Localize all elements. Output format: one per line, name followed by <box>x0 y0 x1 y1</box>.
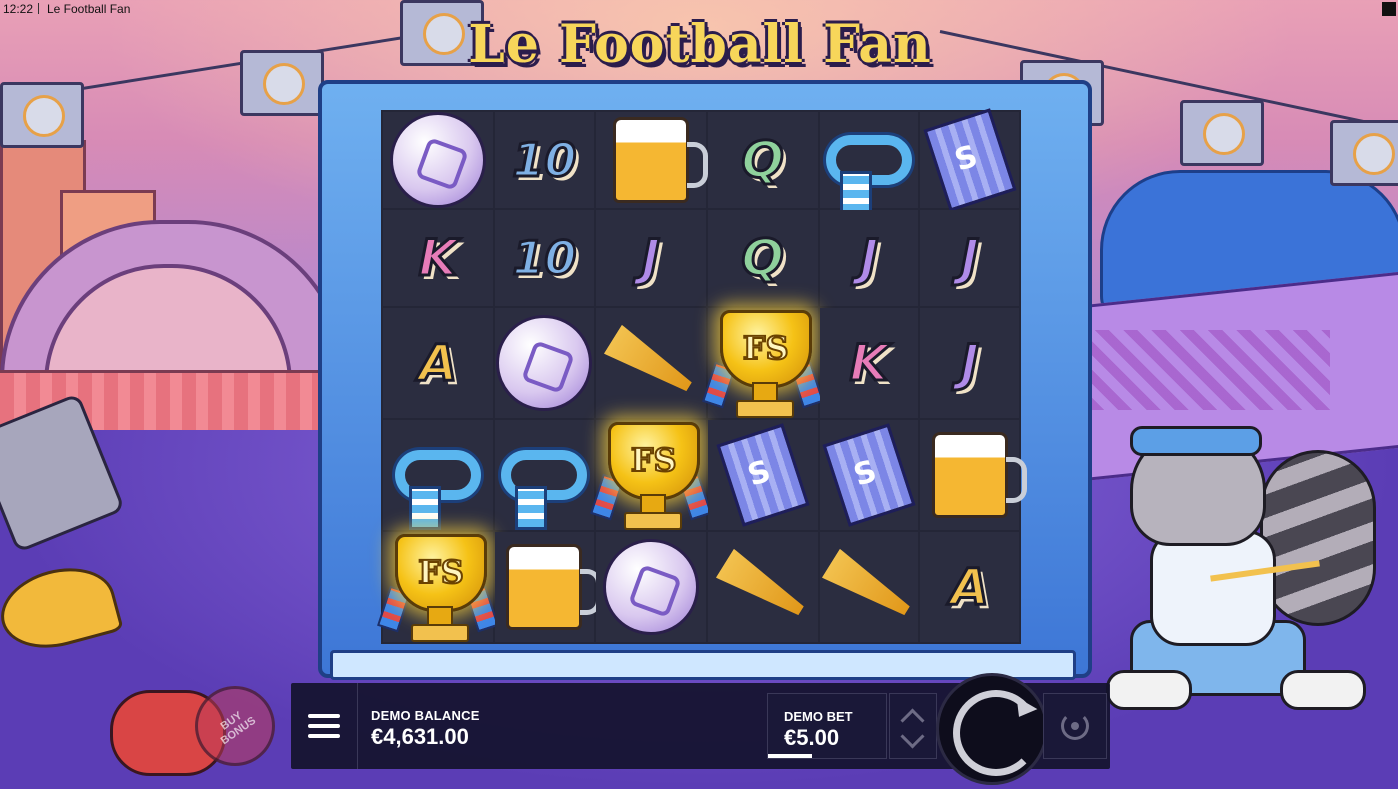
control-bar: DEMO BALANCE €4,631.00 DEMO BET €5.00 <box>291 673 1110 785</box>
raccoon-headband <box>1130 426 1262 456</box>
reel-cell <box>819 532 919 642</box>
buy-bonus-button[interactable]: BUY BONUS <box>195 686 275 766</box>
reel-cell: J <box>819 210 919 306</box>
autoplay-icon <box>1061 712 1089 740</box>
ticket-icon <box>716 423 810 527</box>
symbol-j: J <box>959 229 981 287</box>
ticket-icon <box>822 423 916 527</box>
reel-cell <box>920 108 1019 212</box>
reel-cell: K <box>383 210 493 306</box>
horn-icon <box>715 549 809 626</box>
raccoon-body <box>1150 530 1276 646</box>
reel-cell: J <box>595 210 706 306</box>
reel-cell <box>595 308 706 418</box>
bet-label: DEMO BET <box>784 709 853 724</box>
pennant-flag <box>0 82 84 148</box>
autoplay-button[interactable] <box>1043 693 1107 759</box>
beer-icon <box>506 544 602 630</box>
trophy-label: FS <box>742 328 790 368</box>
reel-cell: A <box>383 308 493 418</box>
reel-cell: 10 <box>495 112 594 208</box>
symbol-j: J <box>959 334 981 392</box>
scarf-icon <box>825 135 912 215</box>
trophy-icon: FS <box>589 420 712 530</box>
pennant-flag <box>1180 100 1264 166</box>
beer-icon <box>931 432 1027 518</box>
reel-cell <box>595 532 706 642</box>
reel-cell <box>383 420 493 530</box>
reel-cell: FS <box>701 308 824 418</box>
reel-cell: FS <box>377 532 499 642</box>
reel-frame-base <box>330 650 1076 680</box>
reel-cell: Q <box>707 112 818 208</box>
raccoon-tail <box>1260 450 1376 626</box>
symbol-j: J <box>640 229 662 287</box>
reel-cell: 10 <box>495 210 594 306</box>
game-logo-title: Le Football Fan <box>468 14 932 75</box>
reel-grid: 10QK10JQJJAFSKJFSFSA <box>377 108 1027 644</box>
reel-cell <box>495 420 594 530</box>
bet-selector[interactable]: DEMO BET €5.00 <box>767 693 887 759</box>
status-time: 12:22 <box>3 2 34 16</box>
reel-cell: FS <box>589 420 712 530</box>
symbol-a: A <box>949 558 991 616</box>
balance-label: DEMO BALANCE <box>371 708 480 723</box>
symbol-q: Q <box>740 131 785 189</box>
ticket-icon <box>923 108 1017 212</box>
scarf-icon <box>501 450 588 530</box>
ball-icon <box>496 315 593 411</box>
bet-value: €5.00 <box>784 725 840 750</box>
buy-bonus-label: BUY BONUS <box>204 699 267 753</box>
trophy-icon: FS <box>377 532 499 642</box>
graffiti <box>1090 330 1330 410</box>
reel-cell <box>595 112 708 208</box>
reel-cell <box>819 420 919 530</box>
studio-logo-icon <box>1382 2 1396 16</box>
symbol-10: 10 <box>511 231 578 285</box>
status-separator <box>38 3 39 14</box>
symbol-j: J <box>858 229 880 287</box>
chevron-down-icon[interactable] <box>900 724 925 749</box>
trophy-icon: FS <box>701 308 824 418</box>
reel-cell: A <box>920 532 1019 642</box>
reel-cell <box>383 112 493 208</box>
reel-cell <box>707 532 818 642</box>
symbol-a: A <box>417 334 459 392</box>
hamburger-icon <box>308 714 340 738</box>
raccoon-shoe <box>1106 670 1192 710</box>
reel-cell <box>495 532 602 642</box>
ball-icon <box>390 112 486 208</box>
reel-cell <box>495 308 594 418</box>
reel-cell <box>819 112 919 215</box>
scarf-icon <box>395 450 481 530</box>
trophy-label: FS <box>417 552 465 592</box>
raccoon-mascot <box>1090 420 1380 720</box>
reel-cell: Q <box>707 210 818 306</box>
trophy-label: FS <box>630 440 678 480</box>
symbol-q: Q <box>740 229 785 287</box>
reel-cell: K <box>819 308 919 418</box>
reel-cell <box>707 420 818 530</box>
pennant-flag <box>1330 120 1398 186</box>
spin-button[interactable] <box>936 673 1048 785</box>
horn-icon <box>822 549 916 626</box>
pennant-flag <box>240 50 324 116</box>
bet-level-indicator <box>768 754 812 758</box>
ball-icon <box>602 539 699 635</box>
reel-cell <box>920 420 1027 530</box>
symbol-k: K <box>417 229 459 287</box>
balance-value: €4,631.00 <box>371 724 469 749</box>
symbol-10: 10 <box>511 133 578 187</box>
reel-cell: J <box>920 308 1019 418</box>
horn-icon <box>603 325 697 402</box>
reel-cell: J <box>920 210 1019 306</box>
bet-stepper <box>889 693 937 759</box>
raccoon-shoe <box>1280 670 1366 710</box>
status-app-title: Le Football Fan <box>47 2 131 16</box>
beer-icon <box>612 117 708 203</box>
symbol-k: K <box>848 334 890 392</box>
menu-button[interactable] <box>291 683 358 769</box>
